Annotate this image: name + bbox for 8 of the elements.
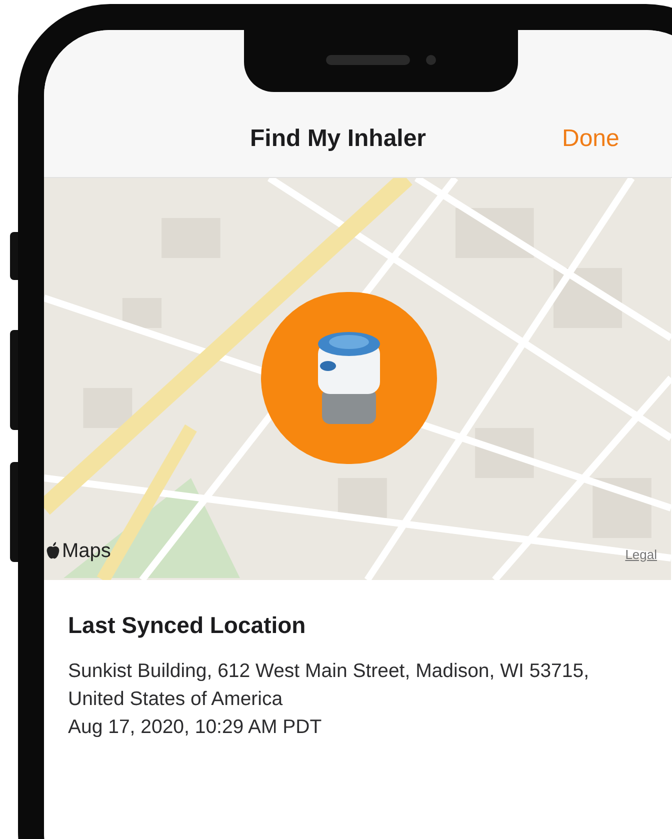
done-button[interactable]: Done — [562, 121, 620, 157]
card-heading: Last Synced Location — [68, 611, 307, 640]
location-address: Sunkist Building, 612 West Main Street, Madison, WI 53715, United States of America — [68, 658, 590, 712]
sync-timestamp: Aug 17, 2020, 10:29 AM PDT — [68, 714, 323, 740]
legal-link[interactable]: Legal — [625, 544, 657, 564]
apple-logo-icon — [46, 542, 60, 560]
screen-title: Find My Inhaler — [250, 124, 428, 154]
maps-attribution: Maps — [62, 539, 111, 564]
